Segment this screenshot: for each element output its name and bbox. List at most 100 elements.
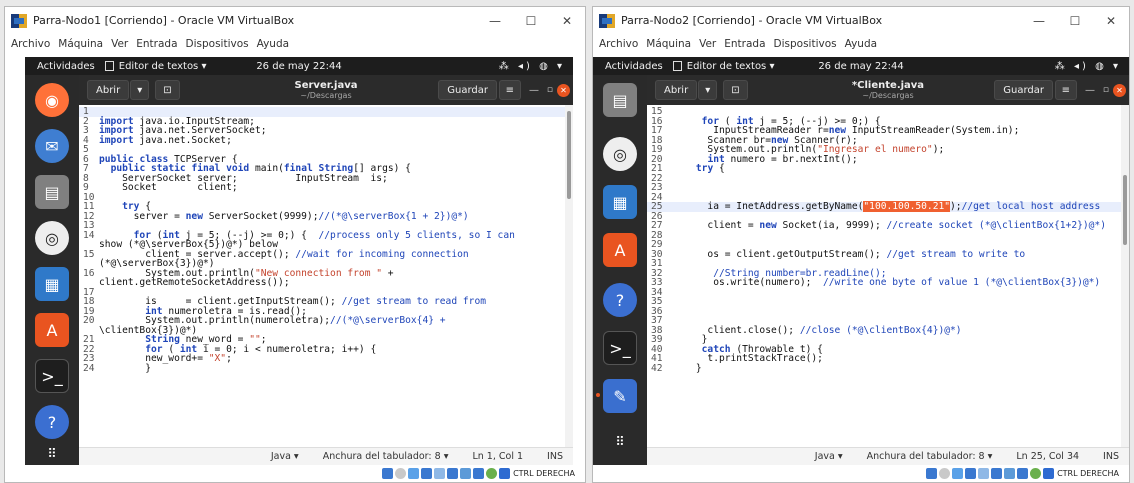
cursor-position[interactable]: Ln 1, Col 1: [472, 451, 523, 462]
vm-titlebar[interactable]: Parra-Nodo1 [Corriendo] - Oracle VM Virt…: [5, 7, 585, 34]
files-icon[interactable]: ▤: [35, 175, 69, 209]
hamburger-menu-icon[interactable]: ≡: [498, 80, 521, 100]
menu-entrada[interactable]: Entrada: [136, 38, 177, 50]
menu-ver[interactable]: Ver: [111, 38, 128, 50]
save-button[interactable]: Guardar: [994, 80, 1053, 100]
maximize-icon[interactable]: ☐: [1057, 14, 1093, 28]
hamburger-menu-icon[interactable]: ≡: [1054, 80, 1077, 100]
code-editor[interactable]: 15 16 for ( int j = 5; (--j) >= 0;) {17 I…: [647, 105, 1121, 447]
code-line[interactable]: 10: [79, 192, 565, 203]
usb-icon[interactable]: [434, 468, 446, 479]
code-line[interactable]: 9 Socket client;: [79, 183, 565, 193]
writer-icon[interactable]: ▦: [603, 185, 637, 219]
mouse-integration-icon[interactable]: [1043, 468, 1055, 479]
maximize-icon[interactable]: ▫: [547, 85, 553, 95]
menu-dispositivos[interactable]: Dispositivos: [186, 38, 249, 50]
hdd-icon[interactable]: [382, 468, 394, 479]
clock[interactable]: 26 de may 22:44: [256, 61, 341, 72]
files-icon[interactable]: ▤: [603, 83, 637, 117]
audio-icon[interactable]: [952, 468, 964, 479]
rhythmbox-icon[interactable]: ◎: [35, 221, 69, 255]
code-line[interactable]: 42 }: [647, 363, 1121, 374]
close-icon[interactable]: ✕: [549, 14, 585, 28]
menu-entrada[interactable]: Entrada: [724, 38, 765, 50]
save-button[interactable]: Guardar: [438, 80, 497, 100]
new-tab-icon[interactable]: ⊡: [155, 80, 180, 100]
apps-grid-icon[interactable]: ⠿: [603, 425, 637, 459]
audio-icon[interactable]: [408, 468, 420, 479]
minimize-icon[interactable]: —: [529, 85, 539, 96]
tab-width-selector[interactable]: Anchura del tabulador: 8 ▾: [323, 451, 449, 462]
code-line[interactable]: 25 ia = InetAddress.getByName("100.100.5…: [647, 201, 1121, 212]
shared-folder-icon[interactable]: [991, 468, 1003, 479]
code-line[interactable]: 21 try {: [647, 164, 1121, 174]
close-icon[interactable]: ✕: [1093, 14, 1129, 28]
menu-ver[interactable]: Ver: [699, 38, 716, 50]
vm-window-nodo1[interactable]: Parra-Nodo1 [Corriendo] - Oracle VM Virt…: [4, 6, 586, 483]
close-icon[interactable]: ✕: [1113, 83, 1126, 97]
system-tray[interactable]: ⁂ ◂) ◍ ▾: [499, 61, 565, 72]
code-line[interactable]: 22: [647, 173, 1121, 184]
menu-archivo[interactable]: Archivo: [599, 38, 638, 50]
help-icon[interactable]: ?: [35, 405, 69, 439]
code-line[interactable]: 30 os = client.getOutputStream(); //get …: [647, 249, 1121, 260]
system-tray[interactable]: ⁂ ◂) ◍ ▾: [1055, 61, 1121, 72]
menu-ayuda[interactable]: Ayuda: [845, 38, 877, 50]
terminal-icon[interactable]: >_: [603, 331, 637, 365]
app-menu[interactable]: Editor de textos ▾: [672, 61, 774, 72]
terminal-icon[interactable]: >_: [35, 359, 69, 393]
code-line[interactable]: 36: [647, 306, 1121, 317]
menu-ayuda[interactable]: Ayuda: [257, 38, 289, 50]
code-line[interactable]: client.getRemoteSocketAddress());: [79, 278, 565, 288]
optical-icon[interactable]: [395, 468, 407, 479]
maximize-icon[interactable]: ▫: [1103, 85, 1109, 95]
network-icon[interactable]: [421, 468, 433, 479]
software-icon[interactable]: A: [35, 313, 69, 347]
code-line[interactable]: 28: [647, 230, 1121, 241]
software-icon[interactable]: A: [603, 233, 637, 267]
close-icon[interactable]: ✕: [557, 83, 570, 97]
maximize-icon[interactable]: ☐: [513, 14, 549, 28]
code-line[interactable]: 12 server = new ServerSocket(9999);//(*@…: [79, 211, 565, 222]
help-icon[interactable]: ?: [603, 283, 637, 317]
writer-icon[interactable]: ▦: [35, 267, 69, 301]
code-line[interactable]: 41 t.printStackTrace();: [647, 354, 1121, 364]
open-dropdown-icon[interactable]: ▾: [698, 80, 718, 100]
cpu-icon[interactable]: [486, 468, 498, 479]
language-selector[interactable]: Java ▾: [815, 451, 843, 462]
app-menu[interactable]: Editor de textos ▾: [104, 61, 206, 72]
menu-archivo[interactable]: Archivo: [11, 38, 50, 50]
scrollbar-thumb[interactable]: [567, 111, 571, 199]
vertical-scrollbar[interactable]: [1121, 105, 1129, 447]
recording-icon[interactable]: [1017, 468, 1029, 479]
new-tab-icon[interactable]: ⊡: [723, 80, 748, 100]
language-selector[interactable]: Java ▾: [271, 451, 299, 462]
code-line[interactable]: 27 client = new Socket(ia, 9999); //crea…: [647, 221, 1121, 231]
code-line[interactable]: 33 os.write(numero); //write one byte of…: [647, 278, 1121, 288]
cursor-position[interactable]: Ln 25, Col 34: [1016, 451, 1079, 462]
minimize-icon[interactable]: —: [1085, 85, 1095, 96]
optical-icon[interactable]: [939, 468, 951, 479]
code-line[interactable]: 24 }: [79, 363, 565, 374]
text-editor-icon[interactable]: ✎: [603, 379, 637, 413]
minimize-icon[interactable]: —: [477, 14, 513, 28]
thunderbird-icon[interactable]: ✉: [35, 129, 69, 163]
vertical-scrollbar[interactable]: [565, 105, 573, 447]
network-icon[interactable]: [965, 468, 977, 479]
vm-window-nodo2[interactable]: Parra-Nodo2 [Corriendo] - Oracle VM Virt…: [592, 6, 1130, 483]
tab-width-selector[interactable]: Anchura del tabulador: 8 ▾: [867, 451, 993, 462]
display-icon[interactable]: [460, 468, 472, 479]
open-button[interactable]: Abrir: [87, 80, 130, 100]
vm-titlebar[interactable]: Parra-Nodo2 [Corriendo] - Oracle VM Virt…: [593, 7, 1129, 34]
code-line[interactable]: 4 import java.net.Socket;: [79, 135, 565, 146]
firefox-icon[interactable]: ◉: [35, 83, 69, 117]
code-line[interactable]: 23: [647, 183, 1121, 193]
recording-icon[interactable]: [473, 468, 485, 479]
mouse-integration-icon[interactable]: [499, 468, 511, 479]
shared-folder-icon[interactable]: [447, 468, 459, 479]
activities-button[interactable]: Actividades: [25, 61, 105, 72]
menu-maquina[interactable]: Máquina: [646, 38, 691, 50]
rhythmbox-icon[interactable]: ◎: [603, 137, 637, 171]
code-editor[interactable]: 1 2 import java.io.InputStream; 3 import jav…: [79, 105, 565, 447]
minimize-icon[interactable]: —: [1021, 14, 1057, 28]
